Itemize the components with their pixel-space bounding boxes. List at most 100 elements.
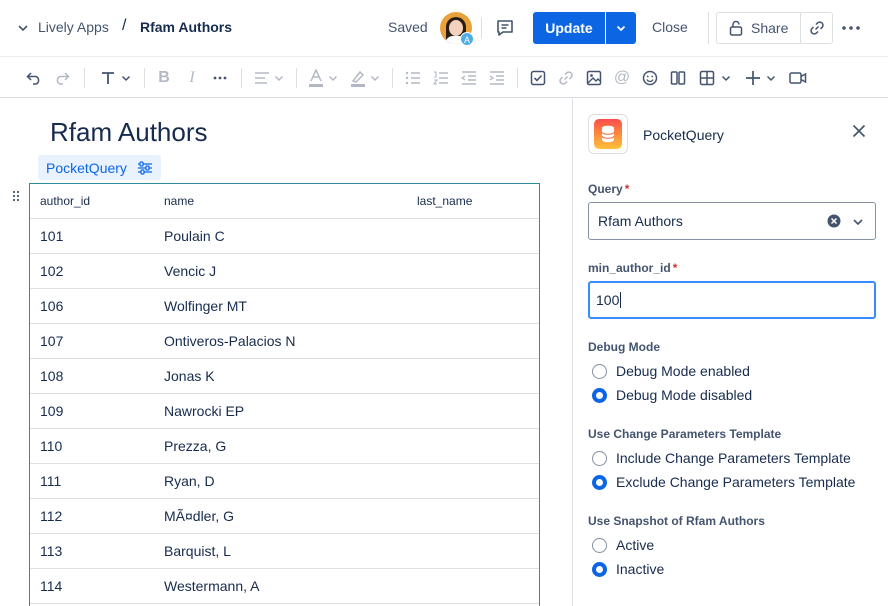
radio-exclude-template[interactable]: Exclude Change Parameters Template	[592, 474, 855, 490]
radio-button[interactable]	[592, 561, 607, 577]
more-formatting-icon[interactable]	[210, 67, 230, 89]
table-row: 114 Westermann, A	[30, 568, 539, 604]
layout-icon[interactable]	[668, 67, 688, 89]
table-cell[interactable]: Wolfinger MT	[154, 288, 407, 324]
bold-icon[interactable]: B	[155, 67, 173, 89]
pocketquery-macro-chip[interactable]: PocketQuery	[38, 155, 161, 180]
radio-debug-disabled[interactable]: Debug Mode disabled	[592, 387, 752, 403]
text-color-icon[interactable]	[306, 67, 340, 89]
table-cell[interactable]: Ontiveros-Palacios N	[154, 323, 407, 359]
emoji-icon[interactable]	[640, 67, 660, 89]
breadcrumb-page[interactable]: Rfam Authors	[140, 19, 232, 35]
radio-button[interactable]	[592, 450, 607, 466]
update-options-button[interactable]	[606, 12, 636, 44]
text-style-icon[interactable]	[97, 67, 133, 89]
table-row: 113 Barquist, L	[30, 533, 539, 569]
bullet-list-icon[interactable]	[403, 67, 423, 89]
table-row: 112 MÃ¤dler, G	[30, 498, 539, 534]
table-cell[interactable]: 106	[30, 288, 154, 324]
toolbar-divider	[296, 68, 297, 88]
macro-config-panel: PocketQuery Query * Rfam Authors min_auth…	[572, 98, 888, 606]
table-cell[interactable]: Jonas K	[154, 358, 407, 394]
breadcrumb-separator: /	[122, 17, 127, 34]
mention-icon[interactable]: @	[612, 67, 632, 89]
highlight-icon[interactable]	[348, 67, 382, 89]
table-cell[interactable]: Nawrocki EP	[154, 393, 407, 429]
table-cell[interactable]	[407, 533, 539, 569]
share-button[interactable]: Share	[716, 12, 801, 44]
table-cell[interactable]: 114	[30, 568, 154, 604]
table-header-row: author_id name last_name	[30, 184, 539, 219]
table-cell[interactable]	[407, 288, 539, 324]
link-icon[interactable]	[556, 67, 576, 89]
clear-icon[interactable]	[827, 214, 841, 228]
table-cell[interactable]: 101	[30, 218, 154, 254]
radio-button[interactable]	[592, 387, 607, 403]
app-name: PocketQuery	[643, 127, 724, 143]
table-row: 107 Ontiveros-Palacios N	[30, 323, 539, 359]
radio-debug-enabled[interactable]: Debug Mode enabled	[592, 363, 750, 379]
close-icon[interactable]	[851, 123, 867, 139]
table-cell[interactable]: Barquist, L	[154, 533, 407, 569]
link-icon	[809, 21, 824, 35]
table-cell[interactable]	[407, 568, 539, 604]
table-cell[interactable]	[407, 358, 539, 394]
table-cell[interactable]	[407, 218, 539, 254]
table-row: 106 Wolfinger MT	[30, 288, 539, 324]
radio-snapshot-inactive[interactable]: Inactive	[592, 561, 664, 577]
video-icon[interactable]	[788, 67, 808, 89]
close-button[interactable]: Close	[652, 19, 688, 35]
table-cell[interactable]: 111	[30, 463, 154, 499]
comment-icon[interactable]	[495, 18, 515, 38]
table-cell[interactable]	[407, 463, 539, 499]
table-cell[interactable]: 108	[30, 358, 154, 394]
macro-label: PocketQuery	[46, 159, 127, 176]
table-cell[interactable]: Vencic J	[154, 253, 407, 289]
align-icon[interactable]	[252, 67, 286, 89]
table-cell[interactable]: 102	[30, 253, 154, 289]
radio-snapshot-active[interactable]: Active	[592, 537, 654, 553]
indent-icon[interactable]	[487, 67, 507, 89]
task-icon[interactable]	[528, 67, 548, 89]
radio-button[interactable]	[592, 474, 607, 490]
toolbar-divider	[241, 68, 242, 88]
table-cell[interactable]: Westermann, A	[154, 568, 407, 604]
image-icon[interactable]	[584, 67, 604, 89]
numbered-list-icon[interactable]	[431, 67, 451, 89]
radio-button[interactable]	[592, 537, 607, 553]
table-cell[interactable]: Ryan, D	[154, 463, 407, 499]
table-cell[interactable]: 107	[30, 323, 154, 359]
table-cell[interactable]: Poulain C	[154, 218, 407, 254]
undo-icon[interactable]	[24, 67, 44, 89]
copy-link-button[interactable]	[800, 12, 833, 44]
chevron-down-icon[interactable]	[16, 21, 30, 35]
radio-label: Debug Mode enabled	[616, 363, 750, 379]
table-cell[interactable]	[407, 253, 539, 289]
avatar-badge: A	[460, 32, 474, 46]
update-button[interactable]: Update	[533, 12, 605, 44]
table-cell[interactable]	[407, 323, 539, 359]
table-cell[interactable]: 112	[30, 498, 154, 534]
italic-icon[interactable]: I	[183, 67, 201, 89]
breadcrumb-space[interactable]: Lively Apps	[38, 19, 109, 35]
table-cell[interactable]: Prezza, G	[154, 428, 407, 464]
min-author-id-input[interactable]: 100	[588, 281, 876, 319]
more-actions-button[interactable]	[840, 18, 862, 38]
page-title[interactable]: Rfam Authors	[50, 117, 208, 148]
query-select[interactable]: Rfam Authors	[588, 202, 876, 240]
table-cell[interactable]	[407, 428, 539, 464]
drag-handle-icon[interactable]	[12, 190, 20, 202]
table-cell[interactable]: 110	[30, 428, 154, 464]
radio-button[interactable]	[592, 363, 607, 379]
outdent-icon[interactable]	[459, 67, 479, 89]
radio-include-template[interactable]: Include Change Parameters Template	[592, 450, 851, 466]
insert-icon[interactable]	[742, 67, 778, 89]
table-cell[interactable]	[407, 498, 539, 534]
table-cell[interactable]: 113	[30, 533, 154, 569]
table-cell[interactable]: MÃ¤dler, G	[154, 498, 407, 534]
toolbar-divider	[84, 68, 85, 88]
table-cell[interactable]: 109	[30, 393, 154, 429]
redo-icon[interactable]	[52, 67, 72, 89]
table-icon[interactable]	[696, 67, 734, 89]
table-cell[interactable]	[407, 393, 539, 429]
